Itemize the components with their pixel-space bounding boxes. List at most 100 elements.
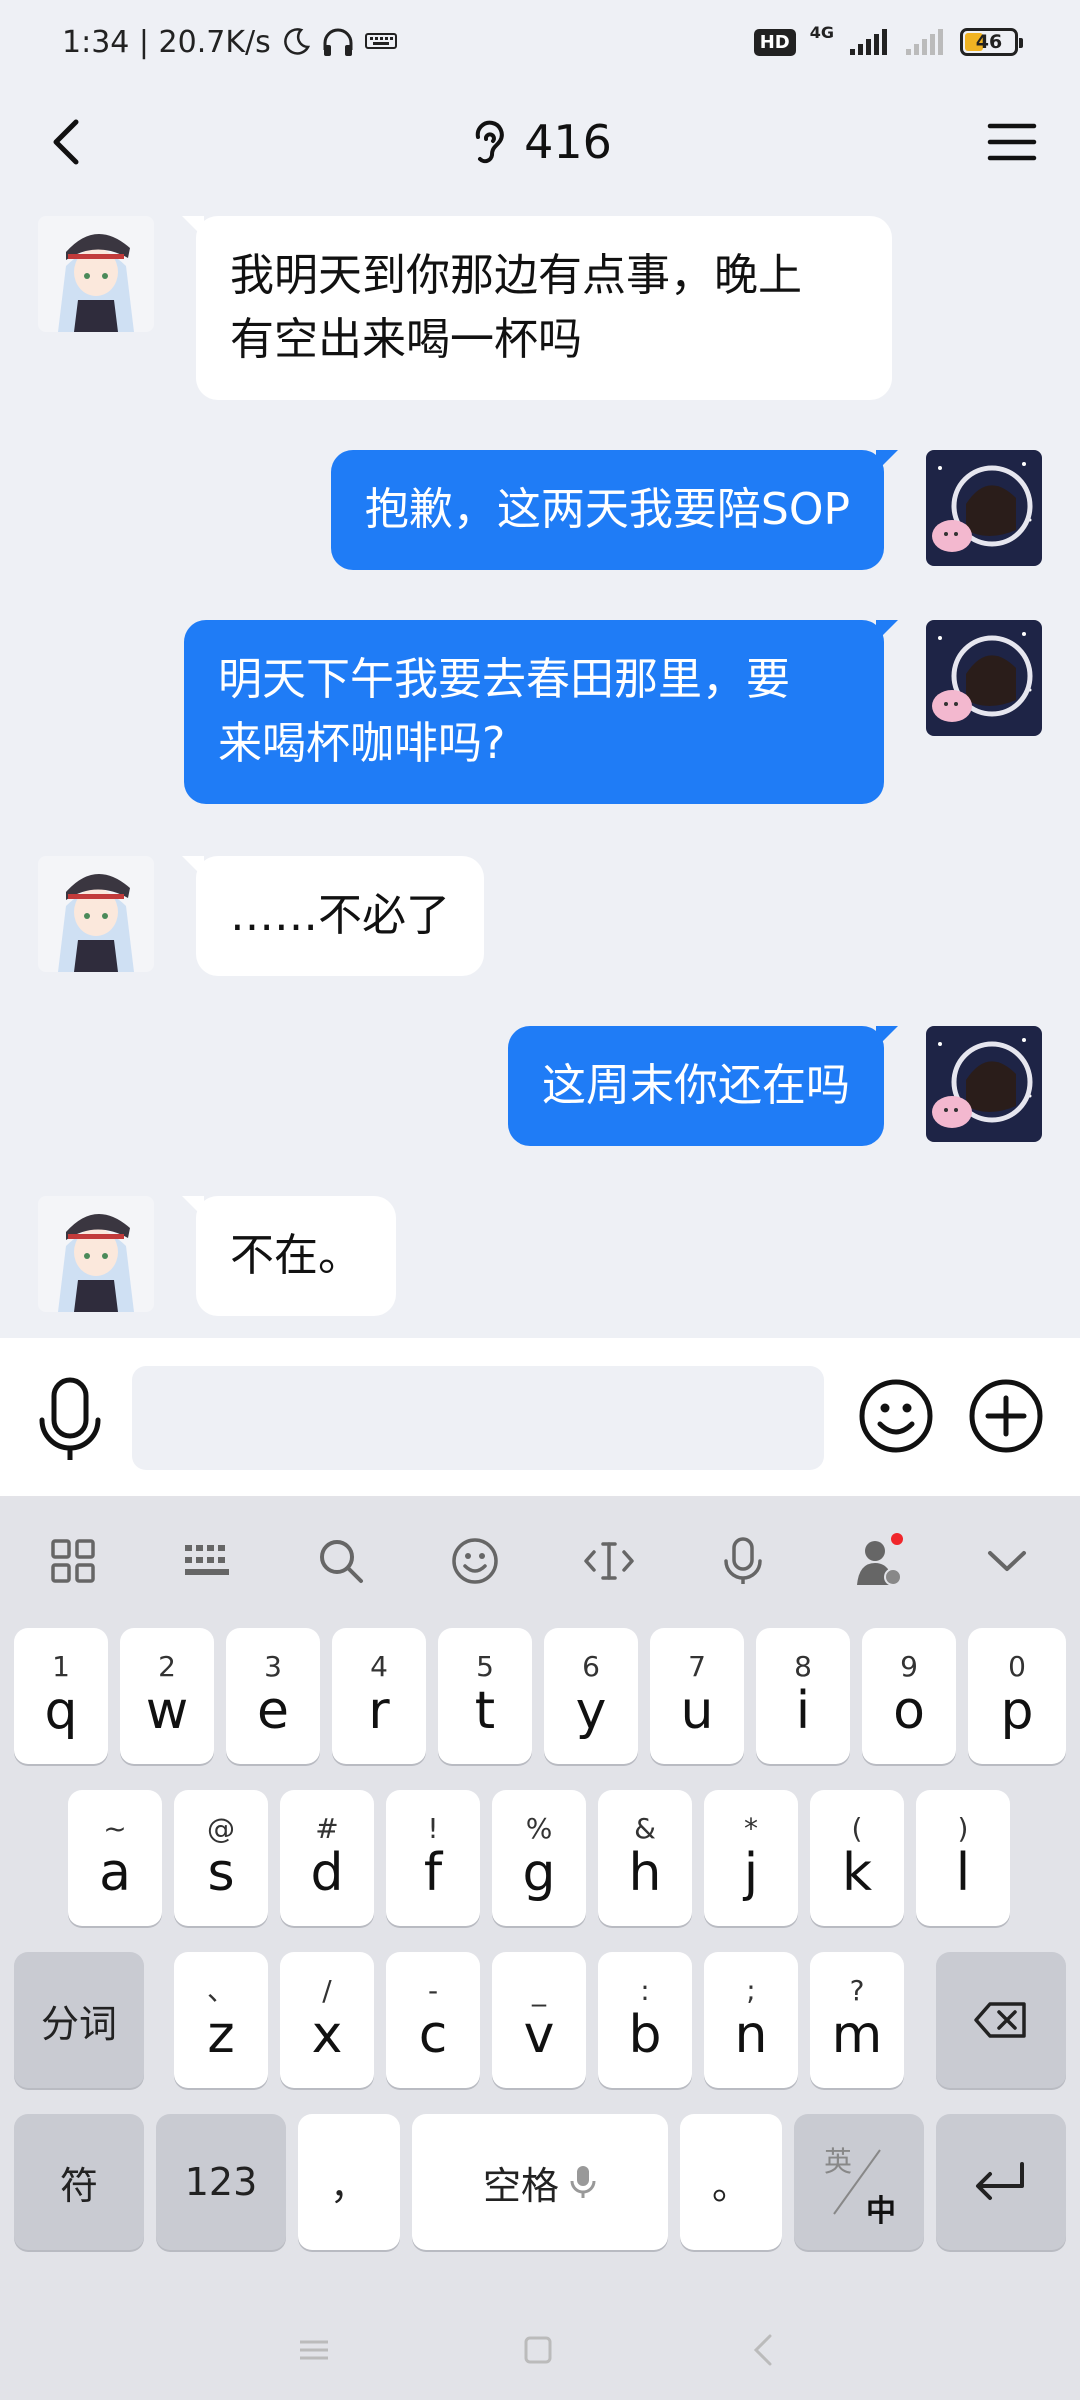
message-bubble-outgoing[interactable]: 这周末你还在吗	[508, 1026, 898, 1146]
headphones-icon	[323, 28, 353, 56]
my-avatar[interactable]	[926, 450, 1042, 566]
keyboard-layout-icon[interactable]	[174, 1528, 240, 1594]
message-bubble-incoming[interactable]: 不在。	[182, 1196, 396, 1316]
menu-icon[interactable]	[984, 114, 1040, 170]
key-e[interactable]: 3e	[226, 1628, 320, 1764]
chat-header: 416	[0, 84, 1080, 200]
backspace-key[interactable]	[936, 1952, 1066, 2088]
key-sub-label: )	[957, 1812, 969, 1845]
key-sub-label: ;	[746, 1974, 756, 2007]
key-sub-label: (	[851, 1812, 863, 1845]
key-g[interactable]: % g	[492, 1790, 586, 1926]
key-m[interactable]: ? m	[810, 1952, 904, 2088]
contact-avatar[interactable]	[38, 856, 154, 972]
nav-back-icon[interactable]	[744, 2330, 784, 2370]
key-o[interactable]: 9o	[862, 1628, 956, 1764]
key-h[interactable]: & h	[598, 1790, 692, 1926]
message-bubble-outgoing[interactable]: 抱歉，这两天我要陪SOP	[330, 450, 899, 570]
key-j[interactable]: * j	[704, 1790, 798, 1926]
backspace-icon	[974, 2002, 1026, 2038]
voice-input-icon[interactable]	[30, 1374, 110, 1464]
voice-keyboard-icon[interactable]	[710, 1528, 776, 1594]
key-d[interactable]: # d	[280, 1790, 374, 1926]
add-icon[interactable]	[966, 1376, 1046, 1456]
key-sub-label: 7	[688, 1650, 706, 1683]
status-bar: 1:34 | 20.7K/s HD 4G 46	[0, 0, 1080, 84]
battery-icon: 46	[960, 28, 1023, 56]
apps-grid-icon[interactable]	[40, 1528, 106, 1594]
key-v[interactable]: _ v	[492, 1952, 586, 2088]
key-l[interactable]: ) l	[916, 1790, 1010, 1926]
search-icon[interactable]	[308, 1528, 374, 1594]
key-x[interactable]: / x	[280, 1952, 374, 2088]
key-f[interactable]: ! f	[386, 1790, 480, 1926]
key-t[interactable]: 5t	[438, 1628, 532, 1764]
key-sub-label: 、	[206, 1974, 235, 2007]
key-label: t	[474, 1681, 496, 1741]
key-label: w	[145, 1681, 189, 1741]
chat-screen: 1:34 | 20.7K/s HD 4G 46 416 我明天到你那边有点事，晚…	[0, 0, 1080, 2400]
key-sub-label: &	[634, 1812, 656, 1845]
recents-icon[interactable]	[294, 2330, 334, 2370]
key-sub-label: !	[427, 1812, 439, 1845]
signal-empty-icon	[906, 29, 943, 55]
chevron-down-icon[interactable]	[974, 1528, 1040, 1594]
contact-avatar[interactable]	[38, 216, 154, 332]
key-sub-label: 4	[370, 1650, 388, 1683]
home-icon[interactable]	[518, 2330, 558, 2370]
key-k[interactable]: (k	[810, 1790, 904, 1926]
message-bubble-incoming[interactable]: 我明天到你那边有点事，晚上 有空出来喝一杯吗	[182, 216, 892, 400]
key-z[interactable]: 、 z	[174, 1952, 268, 2088]
key-q[interactable]: 1q	[14, 1628, 108, 1764]
key-u[interactable]: 7u	[650, 1628, 744, 1764]
key-n[interactable]: ; n	[704, 1952, 798, 2088]
skin-avatar-icon[interactable]	[844, 1528, 910, 1594]
key-label: p	[1000, 1681, 1034, 1741]
key-s[interactable]: @ s	[174, 1790, 268, 1926]
message-bubble-incoming[interactable]: ……不必了	[182, 856, 484, 976]
cursor-move-icon[interactable]	[576, 1528, 642, 1594]
key-sub-label: %	[525, 1812, 553, 1845]
key-row-1: 1q 2w 3e 4r 5t 6y 7u 8i 9o 0p	[0, 1628, 1080, 1764]
my-avatar[interactable]	[926, 1026, 1042, 1142]
emoji-keyboard-icon[interactable]	[442, 1528, 508, 1594]
comma-key[interactable]: ，	[298, 2114, 400, 2250]
key-label: o	[893, 1681, 925, 1741]
contact-title: 416	[468, 115, 612, 169]
key-sub-label: 2	[158, 1650, 176, 1683]
language-switch-key[interactable]: 英 中	[794, 2114, 924, 2250]
message-input[interactable]	[132, 1366, 824, 1470]
message-list[interactable]: 我明天到你那边有点事，晚上 有空出来喝一杯吗 抱歉，这两天我要陪SOP 明天下午…	[0, 200, 1080, 1338]
key-y[interactable]: 6y	[544, 1628, 638, 1764]
key-sub-label: /	[322, 1974, 332, 2007]
lang-bottom-label: 中	[866, 2194, 896, 2229]
hd-badge: HD	[753, 28, 796, 56]
key-c[interactable]: -c	[386, 1952, 480, 2088]
segment-key[interactable]: 分词	[14, 1952, 144, 2088]
enter-key[interactable]	[936, 2114, 1066, 2250]
message-bubble-outgoing[interactable]: 明天下午我要去春田那里，要 来喝杯咖啡吗?	[184, 620, 898, 804]
key-w[interactable]: 2w	[120, 1628, 214, 1764]
space-key[interactable]: 空格	[412, 2114, 668, 2250]
key-sub-label: 9	[900, 1650, 918, 1683]
symbols-key[interactable]: 符	[14, 2114, 144, 2250]
key-b[interactable]: :b	[598, 1952, 692, 2088]
key-label: r	[368, 1681, 390, 1741]
key-label: u	[680, 1681, 714, 1741]
period-key[interactable]: 。	[680, 2114, 782, 2250]
key-i[interactable]: 8i	[756, 1628, 850, 1764]
numbers-key[interactable]: 123	[156, 2114, 286, 2250]
back-icon[interactable]	[40, 114, 96, 170]
page-title: 416	[524, 115, 612, 169]
my-avatar[interactable]	[926, 620, 1042, 736]
key-label: e	[257, 1681, 289, 1741]
key-a[interactable]: ~ a	[68, 1790, 162, 1926]
emoji-icon[interactable]	[856, 1376, 936, 1456]
key-label: c	[418, 2005, 448, 2065]
key-p[interactable]: 0p	[968, 1628, 1066, 1764]
key-label: j	[743, 1843, 759, 1903]
key-r[interactable]: 4r	[332, 1628, 426, 1764]
key-label: h	[628, 1843, 662, 1903]
contact-avatar[interactable]	[38, 1196, 154, 1312]
key-sub-label: :	[640, 1974, 650, 2007]
